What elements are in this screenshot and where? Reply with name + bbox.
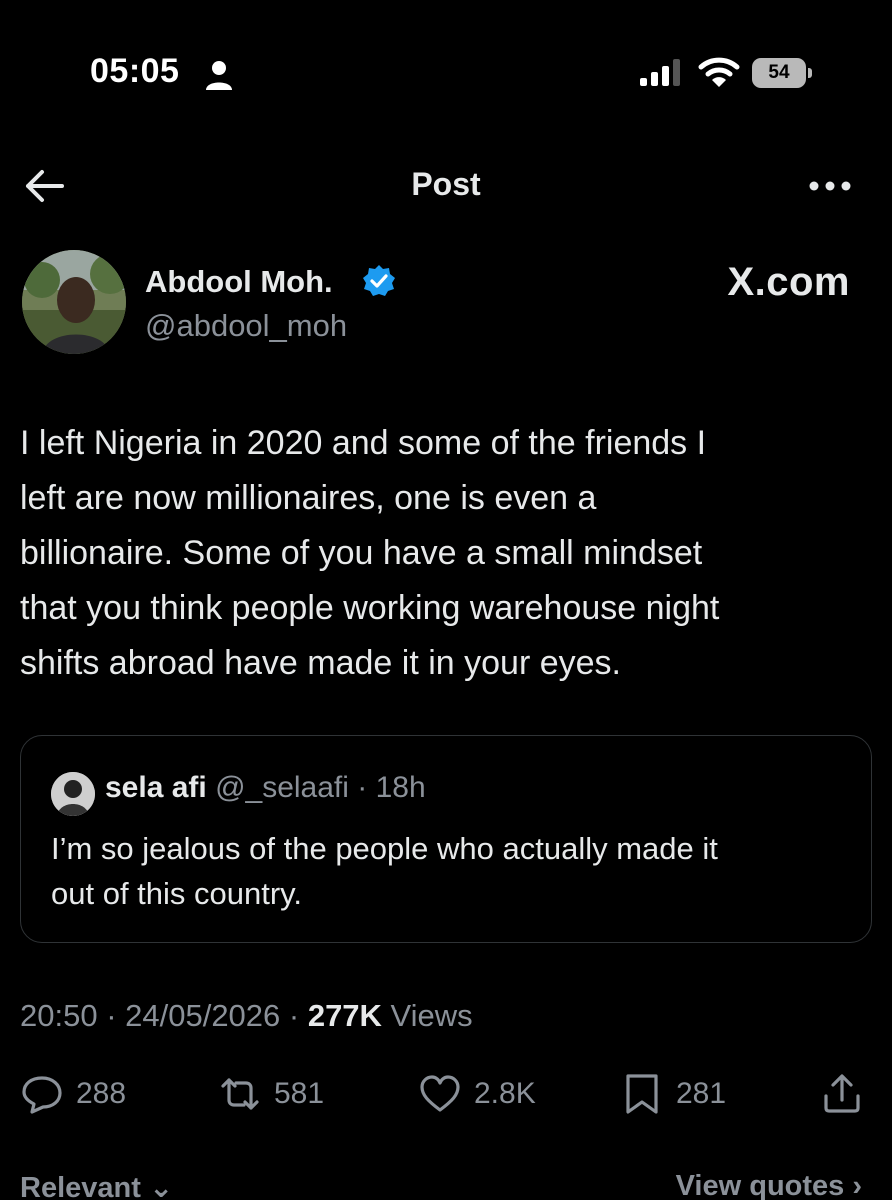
- source-watermark: X.com: [727, 260, 850, 304]
- author-name[interactable]: Abdool Moh.: [145, 264, 333, 300]
- tweet-text: I left Nigeria in 2020 and some of the f…: [20, 416, 872, 691]
- quote-line: out of this country.: [51, 876, 302, 911]
- tweet-line: billionaire. Some of you have a small mi…: [20, 534, 703, 572]
- heart-icon: [420, 1075, 460, 1112]
- quote-author-meta: @_selaafi · 18h: [206, 771, 426, 804]
- sort-relevant-dropdown[interactable]: Relevant ⌄: [20, 1170, 173, 1200]
- person-icon: [206, 61, 232, 90]
- tweet-line: left are now millionaires, one is even a: [20, 479, 597, 517]
- tweet-line: that you think people working warehouse …: [20, 589, 720, 627]
- quote-author-avatar: [51, 772, 95, 816]
- status-time: 05:05: [90, 52, 180, 90]
- repost-icon: [221, 1078, 259, 1110]
- views-label: Views: [381, 998, 473, 1033]
- post-meta: 20:50 · 24/05/2026 · 277K Views: [20, 998, 473, 1034]
- repost-button[interactable]: 581: [218, 1072, 324, 1116]
- like-count: 2.8K: [474, 1077, 536, 1110]
- bookmark-button[interactable]: 281: [620, 1072, 726, 1116]
- signal-icon: [640, 59, 680, 86]
- reply-button[interactable]: 288: [20, 1072, 126, 1116]
- share-icon: [824, 1074, 860, 1113]
- author-avatar[interactable]: [22, 250, 126, 354]
- reply-icon: [22, 1076, 62, 1114]
- quoted-tweet-card[interactable]: sela afi @_selaafi · 18h I’m so jealous …: [20, 735, 872, 943]
- author-handle[interactable]: @abdool_moh: [145, 308, 347, 344]
- like-button[interactable]: 2.8K: [418, 1072, 536, 1116]
- quote-header: sela afi @_selaafi · 18h: [105, 771, 426, 805]
- tweet-line: I left Nigeria in 2020 and some of the f…: [20, 424, 707, 462]
- quote-author-name: sela afi: [105, 771, 207, 804]
- quote-text: I’m so jealous of the people who actuall…: [51, 826, 851, 916]
- repost-count: 581: [274, 1077, 325, 1110]
- views-count: 277K: [307, 998, 382, 1033]
- share-button[interactable]: [820, 1072, 864, 1116]
- bookmark-icon: [626, 1074, 658, 1114]
- bookmark-count: 281: [676, 1077, 727, 1110]
- wifi-icon: [698, 57, 740, 87]
- status-bar: 05:05 54: [0, 0, 892, 150]
- page-title: Post: [411, 166, 481, 202]
- post-timestamp: 20:50 · 24/05/2026 ·: [20, 998, 308, 1033]
- more-options-icon[interactable]: [806, 176, 854, 196]
- reply-count: 288: [76, 1077, 127, 1110]
- battery-indicator: 54: [752, 58, 814, 88]
- battery-level: 54: [768, 62, 790, 83]
- tweet-line: shifts abroad have made it in your eyes.: [20, 644, 621, 682]
- verified-badge-icon: [363, 265, 395, 296]
- quote-line: I’m so jealous of the people who actuall…: [51, 831, 718, 866]
- view-quotes-link[interactable]: View quotes ›: [676, 1170, 862, 1200]
